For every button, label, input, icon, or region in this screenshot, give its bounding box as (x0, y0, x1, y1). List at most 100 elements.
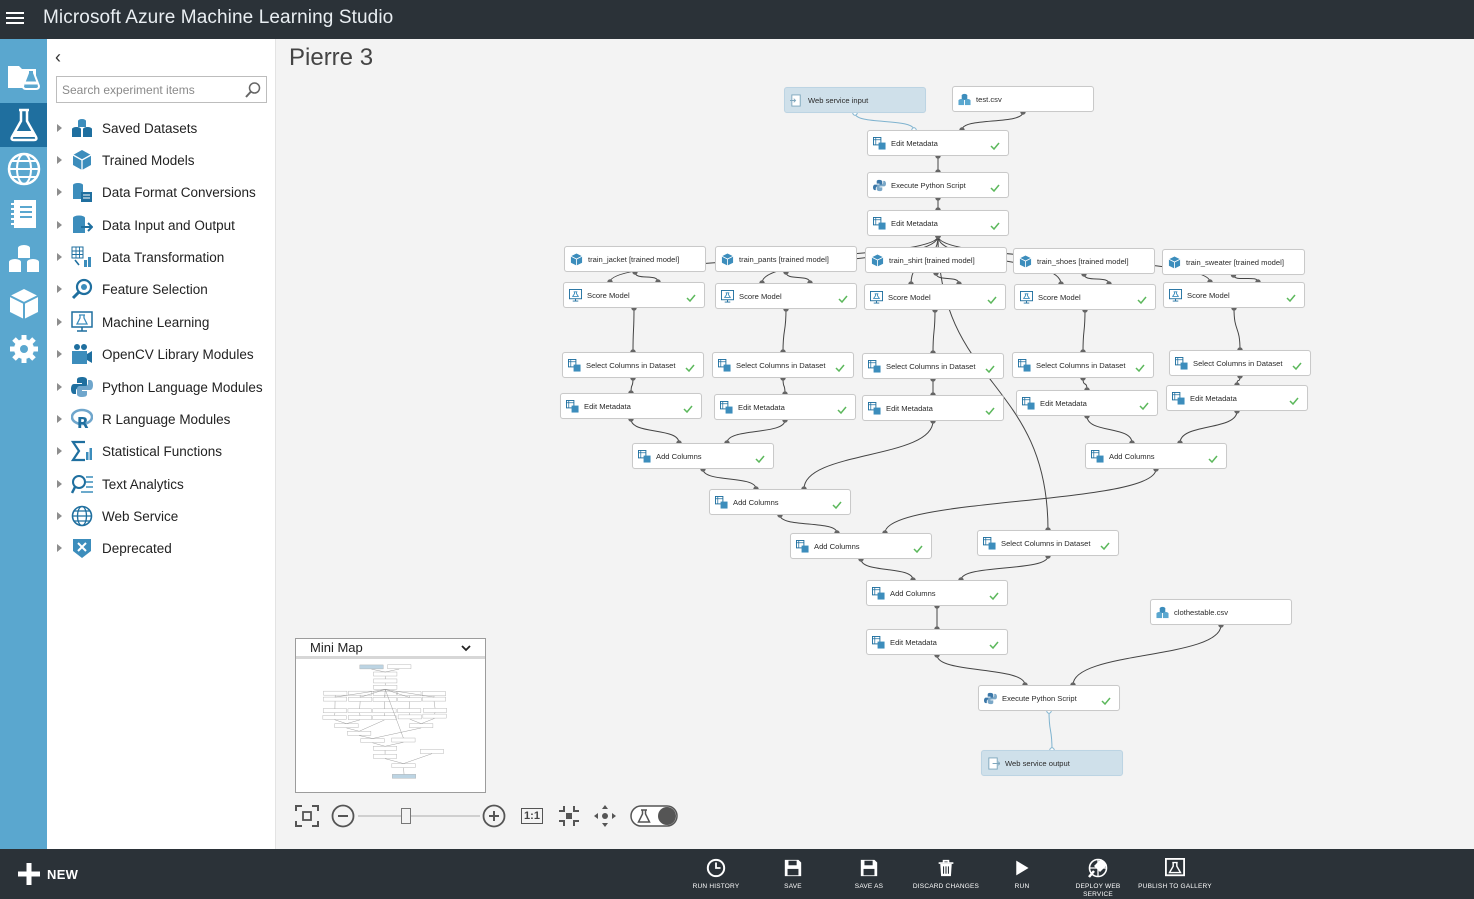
module-node[interactable]: Score Model (1163, 282, 1305, 308)
module-node[interactable]: clothestable.csv (1150, 599, 1292, 625)
search-input[interactable] (57, 77, 241, 102)
module-node-label: Add Columns (814, 541, 860, 551)
mini-map-edge (371, 669, 386, 673)
expand-arrow-icon[interactable] (57, 253, 62, 261)
expand-arrow-icon[interactable] (57, 383, 62, 391)
palette-category[interactable]: Trained Models (55, 148, 270, 172)
zoom-slider[interactable] (356, 801, 482, 831)
collapse-palette-button[interactable]: ‹ (55, 47, 61, 68)
module-node[interactable]: Select Columns in Dataset (977, 530, 1119, 556)
palette-category[interactable]: OpenCV Library Modules (55, 342, 270, 366)
expand-arrow-icon[interactable] (57, 285, 62, 293)
palette-category[interactable]: Web Service (55, 504, 270, 528)
run-button[interactable]: RUN (984, 857, 1060, 891)
module-node[interactable]: train_shirt [trained model] (865, 247, 1007, 273)
module-node[interactable]: Select Columns in Dataset (1012, 352, 1154, 378)
module-node[interactable]: Edit Metadata (867, 130, 1009, 156)
nav-datasets[interactable] (0, 237, 47, 281)
nav-trained-models[interactable] (0, 282, 47, 326)
palette-category[interactable]: Data Format Conversions (55, 180, 270, 204)
palette-category[interactable]: Statistical Functions (55, 439, 270, 463)
fit-to-screen-button[interactable] (294, 801, 320, 831)
module-node[interactable]: Edit Metadata (560, 393, 702, 419)
module-node[interactable]: Add Columns (866, 580, 1008, 606)
module-node[interactable]: Add Columns (790, 533, 932, 559)
search-icon[interactable] (244, 81, 262, 99)
deploy-web-service-button[interactable]: DEPLOY WEB SERVICE (1060, 857, 1136, 898)
palette-category[interactable]: Feature Selection (55, 277, 270, 301)
fit-selection-button[interactable] (556, 801, 582, 831)
actual-size-button[interactable]: 1:1 (519, 801, 545, 831)
module-node[interactable]: Edit Metadata (714, 394, 856, 420)
webservice-output-icon (987, 756, 1001, 770)
hamburger-menu-icon[interactable] (6, 9, 24, 29)
expand-arrow-icon[interactable] (57, 415, 62, 423)
module-node[interactable]: Score Model (563, 282, 705, 308)
module-node[interactable]: Select Columns in Dataset (562, 352, 704, 378)
palette-category[interactable]: Text Analytics (55, 472, 270, 496)
zoom-slider-thumb[interactable] (401, 808, 412, 824)
palette-category[interactable]: Data Input and Output (55, 213, 270, 237)
run-history-button[interactable]: RUN HISTORY (678, 857, 754, 891)
mini-map-view[interactable] (296, 663, 485, 792)
module-node[interactable]: Select Columns in Dataset (862, 353, 1004, 379)
expand-arrow-icon[interactable] (57, 221, 62, 229)
nav-notebooks[interactable] (0, 192, 47, 236)
module-node[interactable]: Score Model (1014, 284, 1156, 310)
module-node[interactable]: Add Columns (709, 489, 851, 515)
nav-projects[interactable] (0, 54, 47, 98)
module-node[interactable]: Select Columns in Dataset (1169, 350, 1311, 376)
module-node[interactable]: Web service input (784, 87, 926, 113)
module-node[interactable]: Edit Metadata (1166, 385, 1308, 411)
mini-map[interactable]: Mini Map (295, 638, 486, 793)
module-node[interactable]: train_shoes [trained model] (1013, 248, 1155, 274)
expand-arrow-icon[interactable] (57, 124, 62, 132)
module-node[interactable]: Edit Metadata (862, 395, 1004, 421)
nav-web-services[interactable] (0, 147, 47, 191)
expand-arrow-icon[interactable] (57, 544, 62, 552)
publish-to-gallery-button[interactable]: PUBLISH TO GALLERY (1137, 857, 1213, 891)
module-node[interactable]: test.csv (952, 86, 1094, 112)
expand-arrow-icon[interactable] (57, 350, 62, 358)
module-node[interactable]: Execute Python Script (867, 172, 1009, 198)
expand-arrow-icon[interactable] (57, 156, 62, 164)
palette-category[interactable]: R R Language Modules (55, 407, 270, 431)
module-node[interactable]: Edit Metadata (866, 629, 1008, 655)
chevron-down-icon[interactable] (461, 644, 471, 652)
module-node[interactable]: Edit Metadata (867, 210, 1009, 236)
new-button[interactable]: NEW (17, 862, 78, 886)
expand-arrow-icon[interactable] (57, 480, 62, 488)
nav-experiments[interactable] (0, 103, 47, 147)
palette-category[interactable]: Python Language Modules (55, 375, 270, 399)
module-node[interactable]: train_jacket [trained model] (564, 246, 706, 272)
expand-arrow-icon[interactable] (57, 512, 62, 520)
expand-arrow-icon[interactable] (57, 188, 62, 196)
module-node[interactable]: Execute Python Script (978, 685, 1120, 711)
palette-category[interactable]: Data Transformation (55, 245, 270, 269)
module-node[interactable]: Add Columns (632, 443, 774, 469)
palette-category[interactable]: Saved Datasets (55, 116, 270, 140)
minimap-toggle[interactable] (630, 801, 678, 831)
save-button[interactable]: SAVE (755, 857, 831, 891)
status-check-icon (838, 291, 848, 304)
module-node[interactable]: train_sweater [trained model] (1162, 249, 1305, 275)
nav-settings[interactable] (0, 327, 47, 371)
palette-category[interactable]: Machine Learning (55, 310, 270, 334)
module-node[interactable]: Edit Metadata (1016, 390, 1158, 416)
module-node[interactable]: Add Columns (1085, 443, 1227, 469)
discard-changes-button[interactable]: DISCARD CHANGES (908, 857, 984, 891)
mini-map-header[interactable]: Mini Map (296, 639, 485, 659)
module-node[interactable]: Web service output (981, 750, 1123, 776)
zoom-in-button[interactable] (481, 801, 507, 831)
module-node[interactable]: Score Model (715, 283, 857, 309)
module-node[interactable]: Score Model (864, 284, 1006, 310)
pan-button[interactable] (592, 801, 618, 831)
zoom-out-button[interactable] (330, 801, 356, 831)
experiment-canvas[interactable]: Pierre 3 Web service input test.csv Edit M… (276, 39, 1474, 849)
palette-category[interactable]: Deprecated (55, 536, 270, 560)
expand-arrow-icon[interactable] (57, 447, 62, 455)
module-node[interactable]: Select Columns in Dataset (712, 352, 854, 378)
save-as-button[interactable]: SAVE AS (831, 857, 907, 891)
expand-arrow-icon[interactable] (57, 318, 62, 326)
module-node[interactable]: train_pants [trained model] (715, 246, 857, 272)
